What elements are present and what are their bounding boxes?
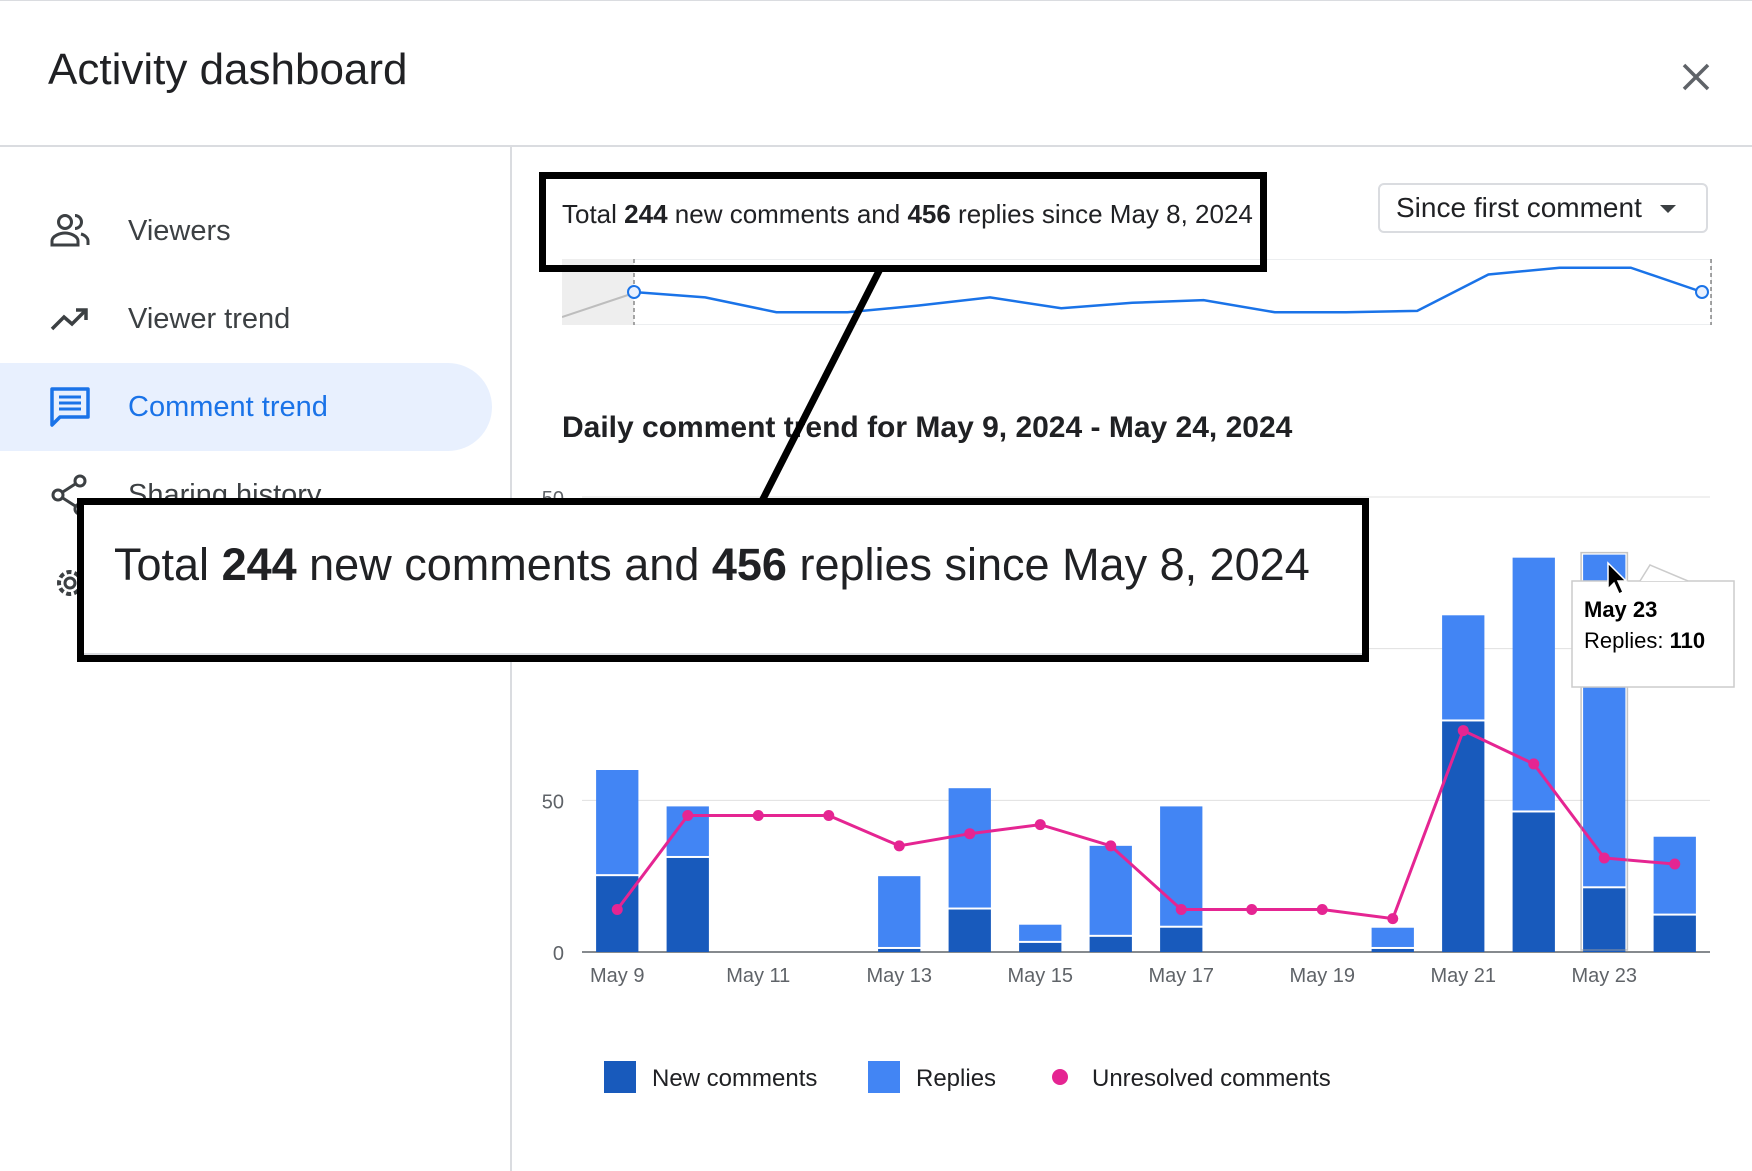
reply-count: 456 xyxy=(711,539,787,590)
summary-middle: new comments and xyxy=(296,539,712,590)
zoomed-divider xyxy=(84,653,1362,655)
new-comment-count: 244 xyxy=(221,539,297,590)
summary-suffix: replies since May 8, 2024 xyxy=(786,539,1310,590)
zoomed-summary-text: Total 244 new comments and 456 replies s… xyxy=(114,539,1310,591)
activity-dashboard-dialog: Activity dashboard Viewers Viewer trend xyxy=(0,0,1752,1171)
summary-prefix: Total xyxy=(114,539,222,590)
zoom-callout-large: Total 244 new comments and 456 replies s… xyxy=(77,498,1369,662)
